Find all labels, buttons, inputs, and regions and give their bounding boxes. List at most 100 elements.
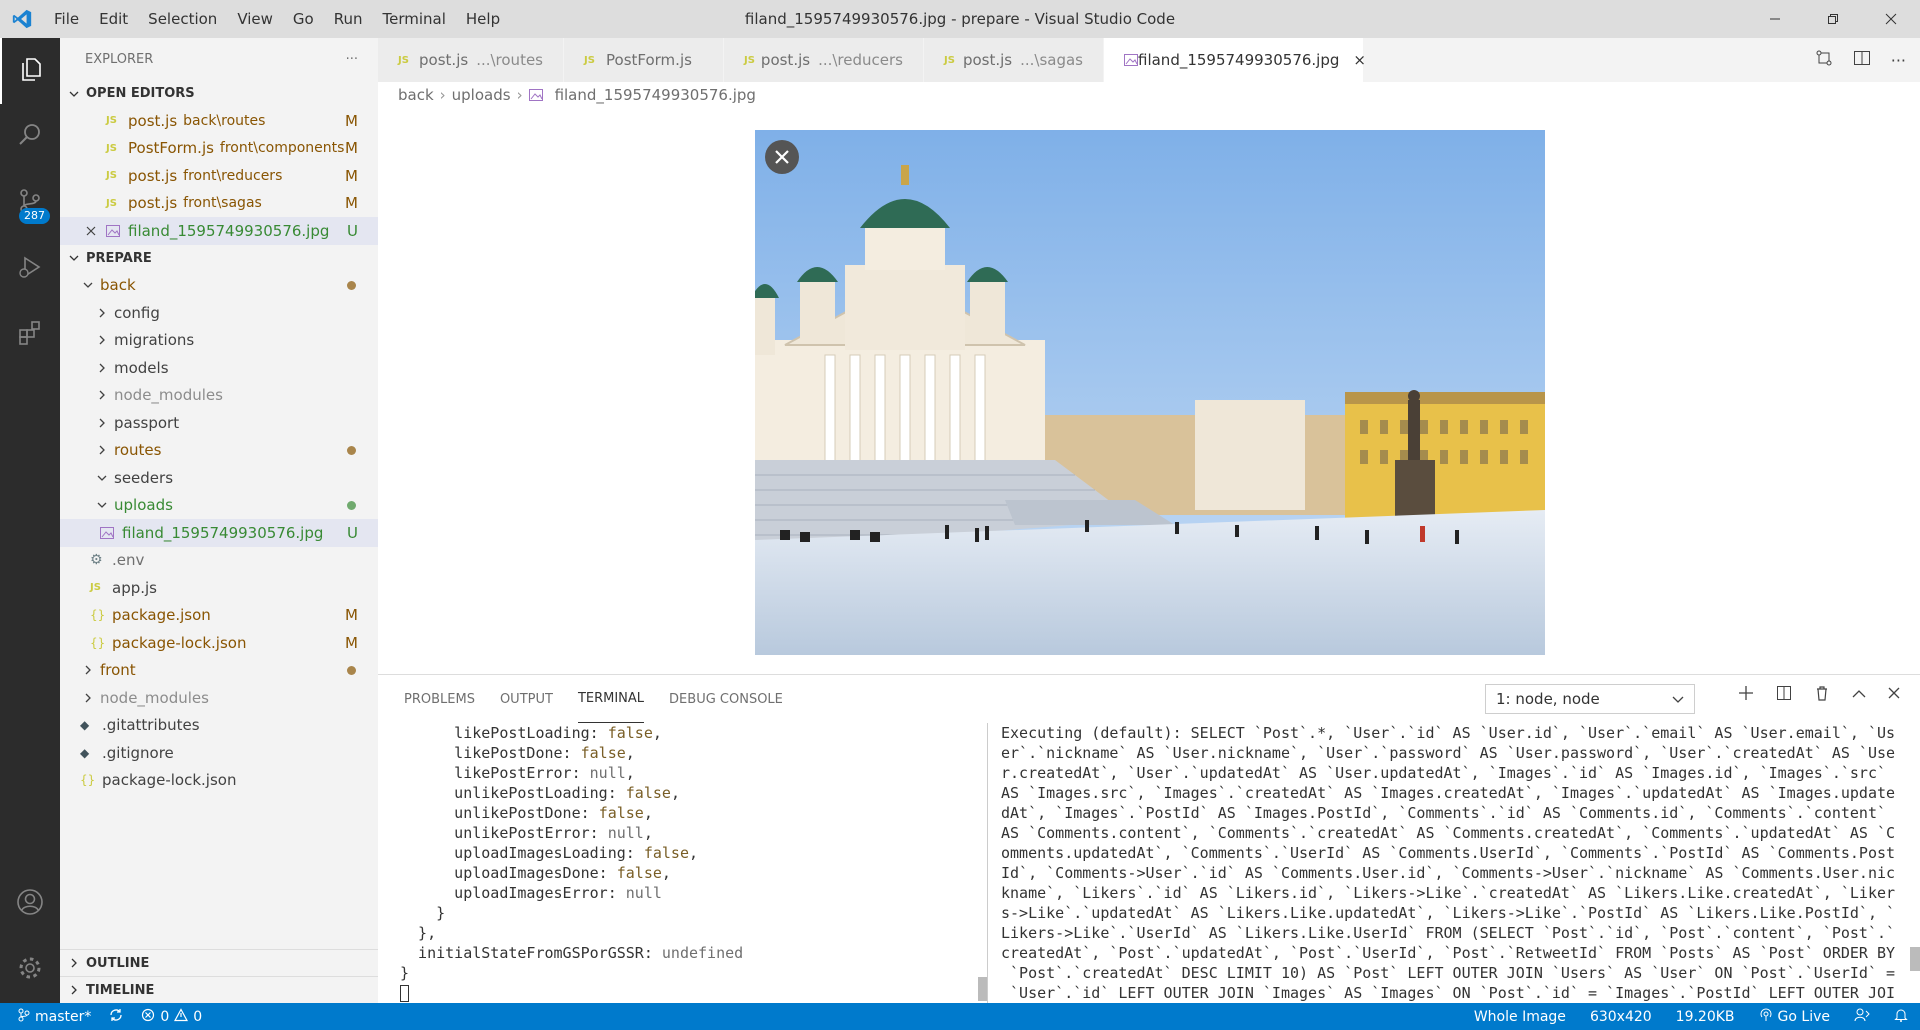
breadcrumb-item[interactable]: filand_1595749930576.jpg xyxy=(555,86,756,104)
tab-image-active[interactable]: filand_1595749930576.jpg × xyxy=(1104,38,1366,82)
run-debug-activity[interactable] xyxy=(0,236,60,302)
menu-go[interactable]: Go xyxy=(283,0,324,38)
tab-terminal[interactable]: TERMINAL xyxy=(577,675,645,723)
open-editor-item[interactable]: JS post.js back\routes M xyxy=(60,107,378,135)
manage-activity[interactable] xyxy=(0,937,60,1003)
tree-file-root-package-lock[interactable]: {} package-lock.json xyxy=(60,767,378,795)
tab-post-routes[interactable]: JS post.js ...\routes xyxy=(378,38,564,82)
terminal-split-divider[interactable] xyxy=(987,723,988,1004)
open-editor-path: front\components xyxy=(219,140,345,157)
chevron-up-icon[interactable] xyxy=(1852,688,1866,703)
editor-tabs: JS post.js ...\routes JS PostForm.js JS … xyxy=(378,38,1920,82)
menu-view[interactable]: View xyxy=(227,0,283,38)
close-panel-icon[interactable] xyxy=(1888,687,1900,703)
tab-close-button[interactable]: × xyxy=(1353,51,1366,69)
close-editor-icon[interactable] xyxy=(86,226,106,236)
chevron-right-icon xyxy=(94,335,110,345)
image-zoom-mode[interactable]: Whole Image xyxy=(1474,1009,1566,1025)
tree-folder-node-modules[interactable]: node_modules xyxy=(60,382,378,410)
tree-file-app[interactable]: JS app.js xyxy=(60,574,378,602)
open-editors-section[interactable]: OPEN EDITORS xyxy=(60,80,378,107)
trash-icon[interactable] xyxy=(1814,685,1830,705)
tree-folder-front[interactable]: front xyxy=(60,657,378,685)
terminal-line: er`.`nickname` AS `User.nickname`, `User… xyxy=(1001,744,1896,762)
notifications-status[interactable] xyxy=(1894,1008,1908,1026)
tree-folder-back[interactable]: back xyxy=(60,272,378,300)
tree-file-gitattributes[interactable]: ◆ .gitattributes xyxy=(60,712,378,740)
terminal-left-output[interactable]: likePostLoading: false, likePostDone: fa… xyxy=(400,723,990,1004)
tab-output[interactable]: OUTPUT xyxy=(500,675,553,723)
tab-postform[interactable]: JS PostForm.js xyxy=(564,38,724,82)
tree-folder-migrations[interactable]: migrations xyxy=(60,327,378,355)
image-preview[interactable] xyxy=(755,130,1545,655)
more-actions-button[interactable]: ··· xyxy=(346,52,358,67)
menu-selection[interactable]: Selection xyxy=(138,0,227,38)
close-preview-button[interactable] xyxy=(765,140,799,174)
problems-status[interactable]: 0 0 xyxy=(141,1007,202,1026)
menu-help[interactable]: Help xyxy=(456,0,510,38)
explorer-activity[interactable] xyxy=(0,38,60,104)
menu-edit[interactable]: Edit xyxy=(89,0,138,38)
file-name: package.json xyxy=(112,606,211,625)
timeline-label: TIMELINE xyxy=(86,982,155,998)
split-terminal-icon[interactable] xyxy=(1776,685,1792,705)
timeline-section[interactable]: TIMELINE xyxy=(60,976,378,1003)
workspace-section[interactable]: PREPARE xyxy=(60,245,378,272)
open-editor-item[interactable]: JS post.js front\reducers M xyxy=(60,162,378,190)
folder-name: passport xyxy=(114,413,180,432)
split-editor-icon[interactable] xyxy=(1853,49,1871,71)
tree-file-package-lock[interactable]: {} package-lock.json M xyxy=(60,629,378,657)
accounts-activity[interactable] xyxy=(0,871,60,937)
breadcrumb-item[interactable]: uploads xyxy=(452,86,511,104)
new-terminal-icon[interactable] xyxy=(1738,685,1754,705)
open-changes-icon[interactable] xyxy=(1815,49,1833,71)
tree-file-env[interactable]: ⚙ .env xyxy=(60,547,378,575)
more-actions-icon[interactable]: ··· xyxy=(1891,51,1906,70)
extensions-activity[interactable] xyxy=(0,302,60,368)
tree-folder-passport[interactable]: passport xyxy=(60,409,378,437)
open-editor-item[interactable]: JS post.js front\sagas M xyxy=(60,190,378,218)
tree-folder-models[interactable]: models xyxy=(60,354,378,382)
tree-file-gitignore[interactable]: ◆ .gitignore xyxy=(60,739,378,767)
search-activity[interactable] xyxy=(0,104,60,170)
tab-problems[interactable]: PROBLEMS xyxy=(404,675,475,723)
minimize-button[interactable] xyxy=(1746,0,1804,38)
tree-folder-routes[interactable]: routes xyxy=(60,437,378,465)
menu-file[interactable]: File xyxy=(44,0,89,38)
tree-folder-seeders[interactable]: seeders xyxy=(60,464,378,492)
file-name: .gitignore xyxy=(102,743,174,762)
source-control-activity[interactable]: 287 xyxy=(0,170,60,236)
open-editor-item-active[interactable]: filand_1595749930576.jpg U xyxy=(60,217,378,245)
tree-folder-uploads[interactable]: uploads xyxy=(60,492,378,520)
breadcrumb-item[interactable]: back xyxy=(398,86,434,104)
open-editor-item[interactable]: JS PostForm.js front\components M xyxy=(60,135,378,163)
open-editor-path: front\sagas xyxy=(183,195,262,212)
branch-status[interactable]: master* xyxy=(18,1008,91,1026)
tab-post-reducers[interactable]: JS post.js ...\reducers xyxy=(724,38,924,82)
close-window-button[interactable] xyxy=(1862,0,1920,38)
menu-run[interactable]: Run xyxy=(324,0,373,38)
tree-folder-node-modules-root[interactable]: node_modules xyxy=(60,684,378,712)
tab-post-sagas[interactable]: JS post.js ...\sagas xyxy=(924,38,1104,82)
terminal-line: Likers->Like`.`UserId` AS `Likers.Like.U… xyxy=(1001,924,1896,942)
restore-button[interactable] xyxy=(1804,0,1862,38)
terminal-selector[interactable]: 1: node, node xyxy=(1485,684,1695,714)
terminal-value: null xyxy=(625,884,662,902)
terminal-punct: , xyxy=(670,784,680,802)
sync-status[interactable] xyxy=(109,1008,123,1026)
tab-debug-console[interactable]: DEBUG CONSOLE xyxy=(669,675,783,723)
tree-folder-config[interactable]: config xyxy=(60,299,378,327)
go-live-button[interactable]: Go Live xyxy=(1759,1008,1830,1026)
tree-file-package[interactable]: {} package.json M xyxy=(60,602,378,630)
json-file-icon: {} xyxy=(80,773,96,788)
terminal-right-output[interactable]: Executing (default): SELECT `Post`.*, `U… xyxy=(1001,723,1901,1004)
live-share-status[interactable] xyxy=(1854,1008,1870,1026)
image-file-icon xyxy=(106,224,128,237)
outline-section[interactable]: OUTLINE xyxy=(60,949,378,976)
tree-file-upload-image[interactable]: filand_1595749930576.jpg U xyxy=(60,519,378,547)
chevron-right-icon: › xyxy=(516,86,523,104)
terminal-line: unlikePostDone: false, xyxy=(400,803,990,823)
menu-terminal[interactable]: Terminal xyxy=(373,0,456,38)
open-editor-name: filand_1595749930576.jpg xyxy=(128,221,330,240)
terminal-right-scrollbar[interactable] xyxy=(1910,947,1920,971)
